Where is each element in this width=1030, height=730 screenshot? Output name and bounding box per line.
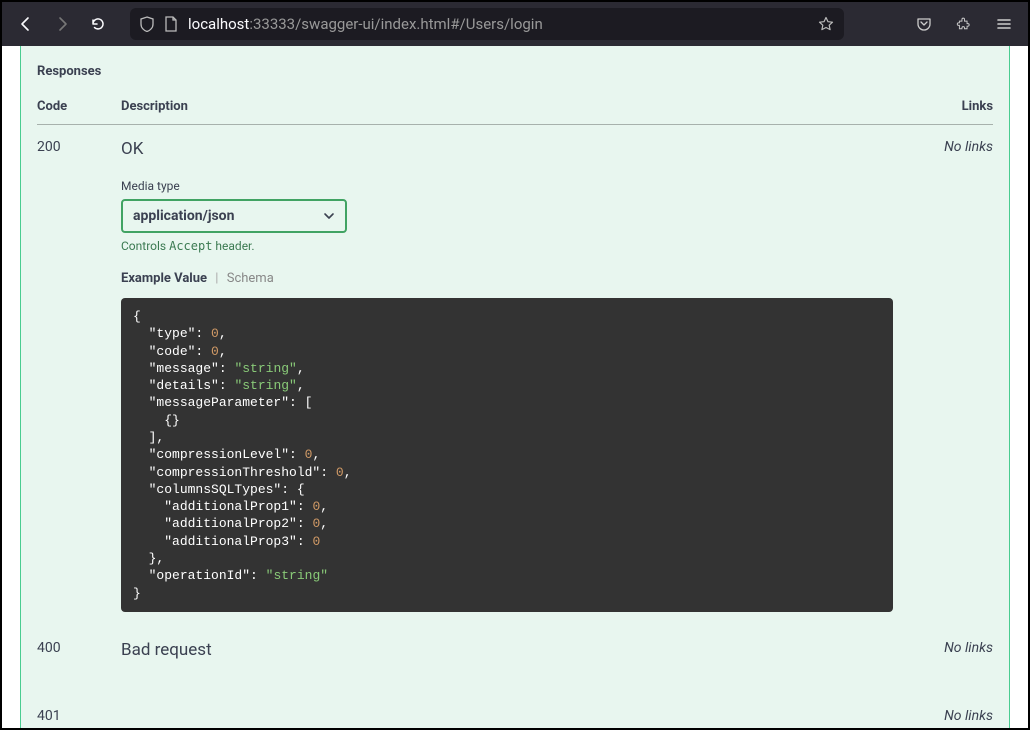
responses-table: Code Description Links 200 OK Media type…	[37, 91, 993, 730]
example-json-block[interactable]: { "type": 0, "code": 0, "message": "stri…	[121, 298, 893, 612]
bookmark-star-icon[interactable]	[818, 16, 834, 32]
back-icon	[18, 16, 34, 32]
response-links: No links	[903, 626, 993, 694]
forward-button[interactable]	[46, 8, 78, 40]
media-type-select[interactable]: application/json	[121, 199, 347, 233]
response-description: OK	[121, 139, 903, 159]
response-row-401: 401 No links	[37, 694, 993, 730]
menu-button[interactable]	[988, 8, 1020, 40]
response-row-400: 400 Bad request No links	[37, 626, 993, 694]
response-row-200: 200 OK Media type application/json Contr…	[37, 125, 993, 626]
reload-button[interactable]	[82, 8, 114, 40]
media-type-value: application/json	[133, 208, 234, 224]
url-bar[interactable]: localhost:33333/swagger-ui/index.html#/U…	[130, 8, 844, 40]
response-description-cell: Bad request	[121, 626, 903, 694]
operation-panel: Responses Code Description Links 200 OK …	[20, 46, 1010, 728]
tab-example-value[interactable]: Example Value	[121, 271, 207, 286]
example-schema-tabs: Example Value | Schema	[121, 271, 903, 286]
url-text: localhost:33333/swagger-ui/index.html#/U…	[188, 15, 808, 33]
th-links: Links	[903, 91, 993, 125]
pocket-icon	[916, 16, 932, 32]
tab-schema[interactable]: Schema	[227, 271, 274, 286]
responses-heading: Responses	[37, 46, 993, 91]
media-type-label: Media type	[121, 179, 903, 193]
response-links: No links	[903, 125, 993, 626]
response-code: 400	[37, 626, 121, 694]
reload-icon	[90, 16, 106, 32]
th-description: Description	[121, 91, 903, 125]
response-links: No links	[903, 694, 993, 730]
forward-icon	[54, 16, 70, 32]
shield-icon	[140, 16, 154, 32]
back-button[interactable]	[10, 8, 42, 40]
pocket-button[interactable]	[908, 8, 940, 40]
page-content: Responses Code Description Links 200 OK …	[0, 46, 1030, 730]
extensions-button[interactable]	[948, 8, 980, 40]
response-code: 401	[37, 694, 121, 730]
puzzle-icon	[956, 16, 972, 32]
response-description-cell: OK Media type application/json Controls …	[121, 125, 903, 626]
accept-header-note: Controls Accept header.	[121, 239, 903, 253]
browser-toolbar: localhost:33333/swagger-ui/index.html#/U…	[0, 0, 1030, 46]
th-code: Code	[37, 91, 121, 125]
hamburger-icon	[996, 16, 1012, 32]
response-code: 200	[37, 125, 121, 626]
response-description: Bad request	[121, 640, 903, 660]
response-description-cell	[121, 694, 903, 730]
page-icon	[164, 16, 178, 32]
chevron-down-icon	[323, 210, 335, 222]
